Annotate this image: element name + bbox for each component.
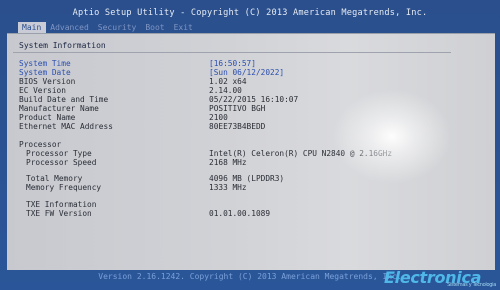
tab-exit[interactable]: Exit: [170, 22, 198, 33]
row-label: System Date: [19, 68, 71, 77]
row-memory-frequency: Memory Frequency 1333 MHz: [19, 183, 247, 192]
row-bios-version: BIOS Version 1.02 x64: [19, 77, 247, 86]
watermark-subtext: Sistemas y Tecnologia: [447, 282, 496, 288]
row-txe-fw-version: TXE FW Version 01.01.00.1089: [19, 209, 270, 218]
row-value: 2.14.00: [209, 86, 242, 95]
system-time-field[interactable]: [16:50:57]: [209, 59, 256, 68]
row-label: Processor Speed: [26, 158, 97, 167]
row-label: BIOS Version: [19, 77, 76, 86]
row-value: 1.02 x64: [209, 77, 247, 86]
row-value: 2168 MHz: [209, 158, 247, 167]
row-manufacturer: Manufacturer Name POSITIVO BGH: [19, 104, 265, 113]
watermark-logo: Electronica Sistemas y Tecnologia: [384, 268, 496, 288]
row-system-date[interactable]: System Date [Sun 06/12/2022]: [19, 68, 284, 77]
row-label: Processor Type: [26, 149, 92, 158]
main-panel: System Information System Time [16:50:57]…: [7, 33, 495, 270]
row-value: 1333 MHz: [209, 183, 247, 192]
tab-main[interactable]: Main: [18, 22, 47, 33]
group-heading: TXE Information: [26, 200, 97, 209]
row-processor-heading: Processor: [19, 140, 209, 149]
window-title: Aptio Setup Utility - Copyright (C) 2013…: [72, 8, 428, 18]
row-label: Build Date and Time: [19, 95, 109, 104]
section-title: System Information: [19, 41, 106, 50]
row-processor-type: Processor Type Intel(R) Celeron(R) CPU N2…: [19, 149, 392, 158]
row-label: System Time: [19, 59, 71, 68]
tab-bar: Main Advanced Security Boot Exit: [18, 22, 198, 33]
row-product-name: Product Name 2100: [19, 113, 228, 122]
row-total-memory: Total Memory 4096 MB (LPDDR3): [19, 174, 284, 183]
row-value: POSITIVO BGH: [209, 104, 266, 113]
row-value: 05/22/2015 16:10:07: [209, 95, 299, 104]
row-label: Total Memory: [26, 174, 83, 183]
row-value: 80EE73B4BEDD: [209, 122, 266, 131]
row-label: Ethernet MAC Address: [19, 122, 113, 131]
system-date-field[interactable]: [Sun 06/12/2022]: [209, 68, 284, 77]
row-value: 2100: [209, 113, 228, 122]
tab-advanced[interactable]: Advanced: [46, 22, 94, 33]
bios-screen: Aptio Setup Utility - Copyright (C) 2013…: [0, 0, 500, 290]
group-heading: Processor: [19, 140, 62, 149]
row-value: 4096 MB (LPDDR3): [209, 174, 285, 183]
row-label: Manufacturer Name: [19, 104, 99, 113]
row-txe-info: TXE Information: [19, 200, 209, 209]
row-system-time[interactable]: System Time [16:50:57]: [19, 59, 256, 68]
row-value: 01.01.00.1089: [209, 209, 271, 218]
screen-glare: [332, 89, 452, 184]
tab-boot[interactable]: Boot: [141, 22, 169, 33]
section-divider: [13, 52, 451, 53]
row-mac-address: Ethernet MAC Address 80EE73B4BEDD: [19, 122, 265, 131]
tab-security[interactable]: Security: [94, 22, 142, 33]
row-label: Memory Frequency: [26, 183, 102, 192]
row-value: Intel(R) Celeron(R) CPU N2840 @ 2.16GHz: [209, 149, 393, 158]
row-label: EC Version: [19, 86, 66, 95]
row-label: Product Name: [19, 113, 76, 122]
row-label: TXE FW Version: [26, 209, 92, 218]
row-build-date: Build Date and Time 05/22/2015 16:10:07: [19, 95, 298, 104]
row-processor-speed: Processor Speed 2168 MHz: [19, 158, 247, 167]
row-ec-version: EC Version 2.14.00: [19, 86, 242, 95]
